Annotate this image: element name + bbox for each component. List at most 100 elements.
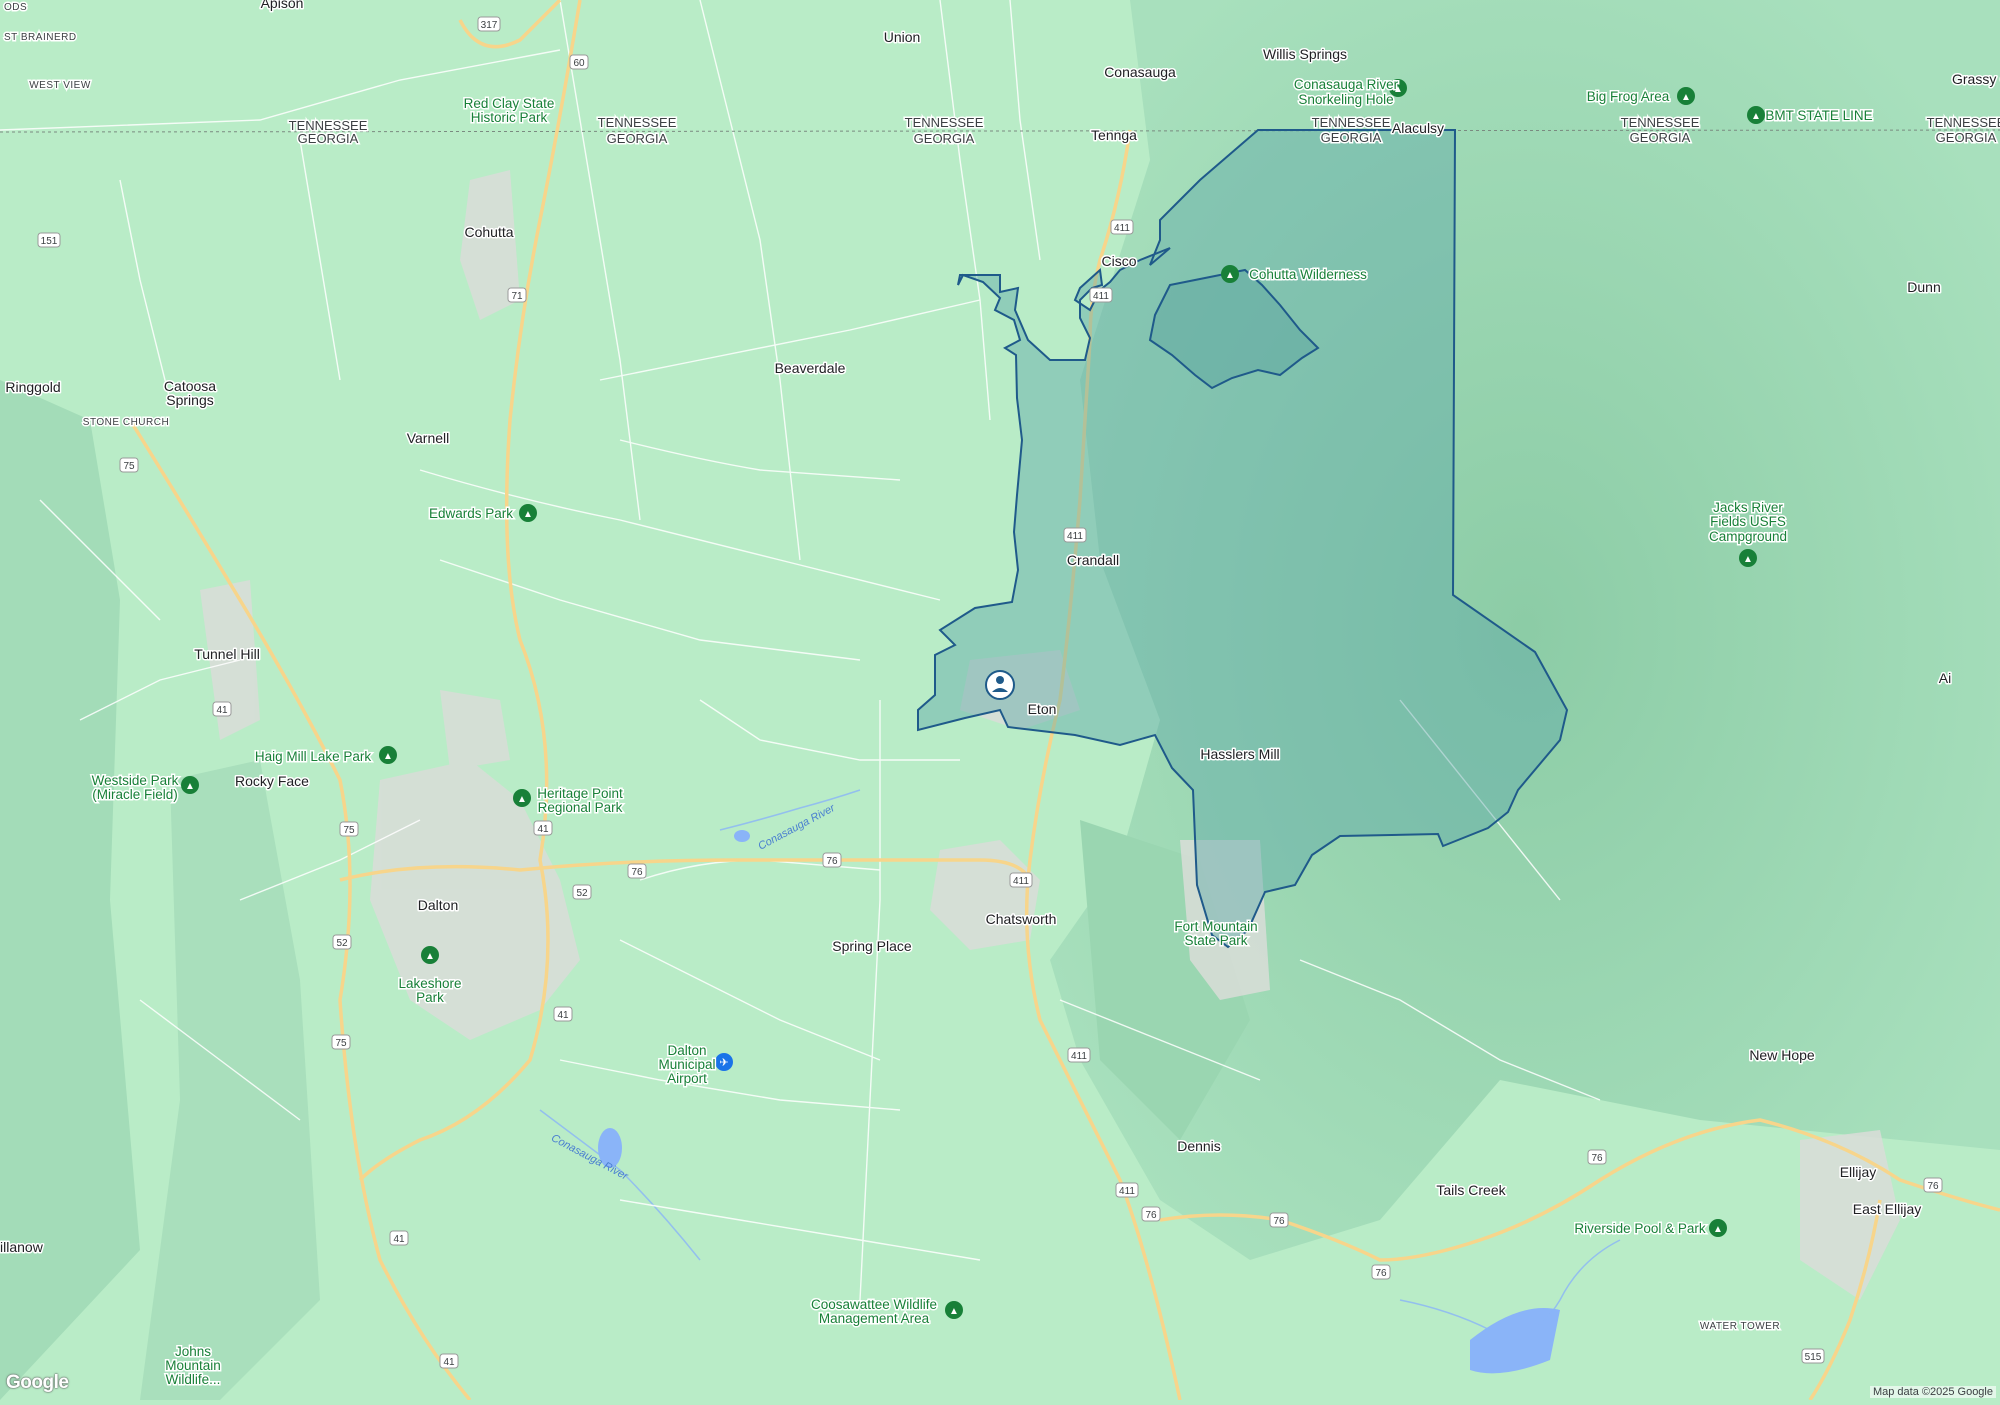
state-label-bottom: GEORGIA <box>298 131 359 146</box>
place-label: Chatsworth <box>986 911 1057 927</box>
route-shield: 411 <box>1089 287 1113 303</box>
place-label: Ellijay <box>1840 1164 1877 1180</box>
poi-label: Johns <box>175 1344 211 1359</box>
location-marker-icon[interactable] <box>985 670 1015 700</box>
svg-text:60: 60 <box>573 58 585 69</box>
svg-text:▲: ▲ <box>949 1306 959 1317</box>
svg-text:▲: ▲ <box>1743 554 1753 565</box>
poi-label: (Miracle Field) <box>92 787 178 802</box>
tree-icon[interactable]: ▲ <box>181 776 199 794</box>
place-label: Alaculsy <box>1392 120 1444 136</box>
place-label: Union <box>884 29 921 45</box>
svg-text:▲: ▲ <box>425 951 435 962</box>
place-label: Dalton <box>418 897 458 913</box>
route-shield: 71 <box>507 287 527 303</box>
route-shield: 41 <box>533 820 553 836</box>
poi-label: Wildlife... <box>166 1372 221 1387</box>
svg-text:411: 411 <box>1093 291 1109 302</box>
svg-text:151: 151 <box>41 236 58 247</box>
poi-label: Red Clay State <box>464 96 555 111</box>
poi-label: Campground <box>1709 529 1787 544</box>
map-canvas[interactable]: ▲ ▲ ▲ ▲ ▲ ▲ ▲ ▲ ▲ ▲ ▲ ▲ ✈ 317 60 151 71 … <box>0 0 2000 1402</box>
poi-label: Conasauga River <box>1294 77 1399 92</box>
poi-label: Big Frog Area <box>1587 89 1670 104</box>
state-label-top: TENNESSEE <box>1621 115 1700 130</box>
place-label: East Ellijay <box>1853 1201 1921 1217</box>
neighborhood-label: WATER TOWER <box>1700 1321 1780 1332</box>
route-shield: 411 <box>1067 1047 1091 1063</box>
state-label-bottom: GEORGIA <box>607 131 668 146</box>
tree-icon[interactable]: ▲ <box>1747 106 1765 124</box>
tree-icon[interactable]: ▲ <box>519 504 537 522</box>
state-label-bottom: GEORGIA <box>914 131 975 146</box>
state-label-top: TENNESSEE <box>905 115 984 130</box>
route-shield: 76 <box>1141 1206 1161 1222</box>
place-label: Dunn <box>1907 279 1940 295</box>
place-label: Apison <box>261 0 304 11</box>
svg-text:75: 75 <box>123 461 135 472</box>
neighborhood-label: STONE CHURCH <box>83 417 169 428</box>
route-shield: 52 <box>332 934 352 950</box>
route-shield: 76 <box>1923 1177 1943 1193</box>
svg-text:▲: ▲ <box>185 781 195 792</box>
route-shield: 411 <box>1110 219 1134 235</box>
route-shield: 41 <box>389 1230 409 1246</box>
tree-icon[interactable]: ▲ <box>945 1301 963 1319</box>
route-shield: 75 <box>119 457 139 473</box>
svg-text:411: 411 <box>1067 531 1083 542</box>
poi-label: Cohutta Wilderness <box>1249 267 1367 282</box>
tree-icon[interactable]: ▲ <box>1739 549 1757 567</box>
route-shield: 60 <box>569 54 589 70</box>
svg-text:76: 76 <box>1591 1153 1603 1164</box>
route-shield: 151 <box>37 232 61 248</box>
tree-icon[interactable]: ▲ <box>421 946 439 964</box>
state-label-top: TENNESSEE <box>1927 115 2000 130</box>
poi-label: Coosawattee Wildlife <box>811 1297 937 1312</box>
svg-text:75: 75 <box>343 825 355 836</box>
route-shield: 52 <box>572 884 592 900</box>
place-label: Beaverdale <box>775 360 846 376</box>
place-label: Tunnel Hill <box>194 646 260 662</box>
route-shield: 41 <box>212 701 232 717</box>
route-shield: 515 <box>1801 1348 1825 1364</box>
svg-text:▲: ▲ <box>517 794 527 805</box>
place-label: Dennis <box>1177 1138 1221 1154</box>
place-label: New Hope <box>1749 1047 1815 1063</box>
poi-label: Fields USFS <box>1710 514 1786 529</box>
svg-text:52: 52 <box>576 888 588 899</box>
svg-text:317: 317 <box>481 20 498 31</box>
map-attribution[interactable]: Map data ©2025 Google <box>1869 1386 1996 1398</box>
poi-label: Municipal <box>658 1057 715 1072</box>
poi-label: Park <box>416 990 444 1005</box>
poi-label: Edwards Park <box>429 506 513 521</box>
tree-icon[interactable]: ▲ <box>1709 1219 1727 1237</box>
neighborhood-label: ST BRAINERD <box>4 32 77 43</box>
route-shield: 76 <box>627 863 647 879</box>
poi-label: Riverside Pool & Park <box>1574 1221 1706 1236</box>
svg-text:75: 75 <box>335 1038 347 1049</box>
svg-text:515: 515 <box>1805 1352 1822 1363</box>
tree-icon[interactable]: ▲ <box>513 789 531 807</box>
poi-label: State Park <box>1184 933 1247 948</box>
svg-text:▲: ▲ <box>383 751 393 762</box>
poi-label: Snorkeling Hole <box>1298 92 1393 107</box>
route-shield: 75 <box>331 1034 351 1050</box>
svg-text:52: 52 <box>336 938 348 949</box>
place-label: Spring Place <box>832 938 912 954</box>
place-label: Rocky Face <box>235 773 309 789</box>
svg-text:✈: ✈ <box>719 1057 728 1069</box>
tree-icon[interactable]: ▲ <box>379 746 397 764</box>
svg-text:41: 41 <box>393 1234 405 1245</box>
tree-icon[interactable]: ▲ <box>1677 87 1695 105</box>
poi-label: Historic Park <box>471 110 548 125</box>
route-shield: 76 <box>822 852 842 868</box>
tree-icon[interactable]: ▲ <box>1221 265 1239 283</box>
airport-icon[interactable]: ✈ <box>715 1053 733 1071</box>
svg-text:76: 76 <box>631 867 643 878</box>
route-shield: 76 <box>1587 1149 1607 1165</box>
poi-label: BMT STATE LINE <box>1765 108 1872 123</box>
route-shield: 41 <box>553 1006 573 1022</box>
poi-label: Management Area <box>819 1311 930 1326</box>
svg-text:411: 411 <box>1071 1051 1087 1062</box>
neighborhood-label: ODS <box>4 2 27 13</box>
